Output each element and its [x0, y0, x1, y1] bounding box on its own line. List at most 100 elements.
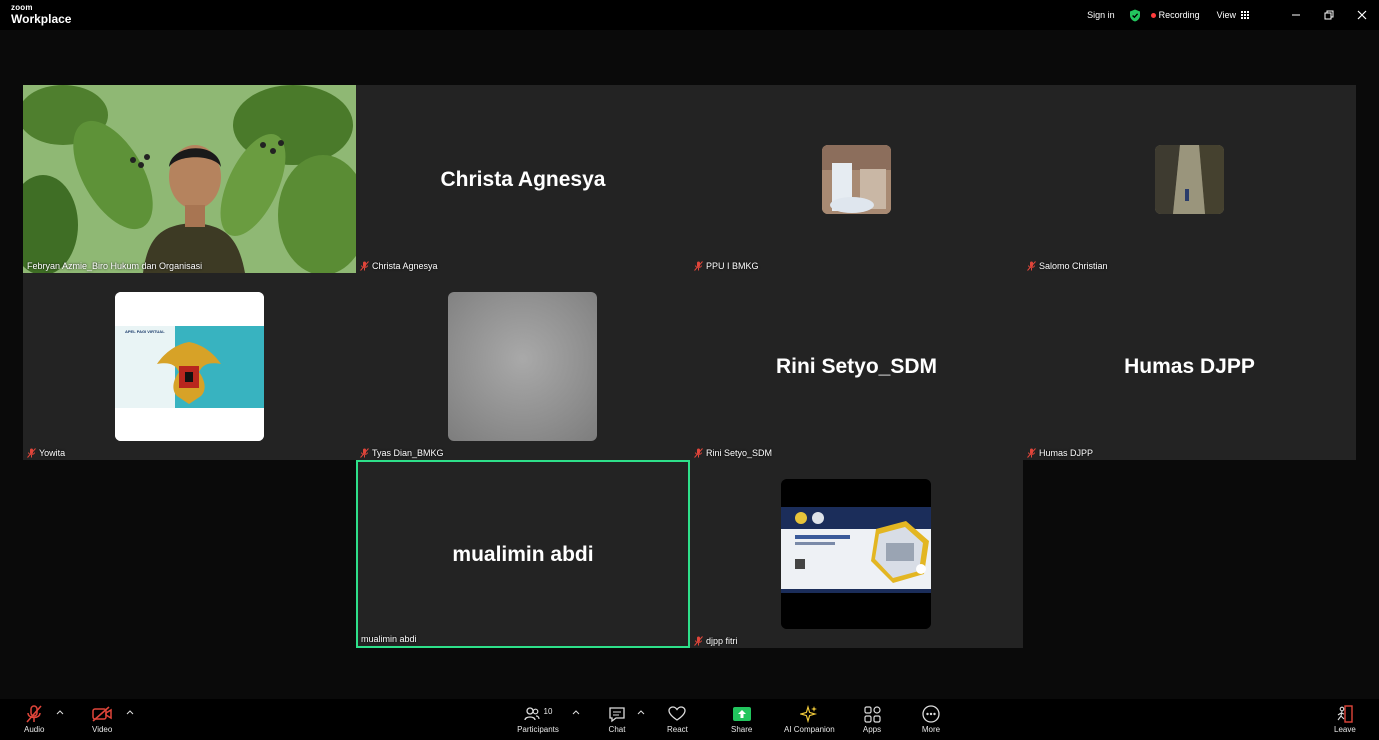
participant-tile[interactable]: APEL PAGI VIRTUAL Yowita [23, 273, 356, 460]
participant-display-name: Humas DJPP [1124, 355, 1255, 378]
participant-tile[interactable]: Christa Agnesya Christa Agnesya [356, 85, 690, 273]
participant-tile[interactable]: Tyas Dian_BMKG [356, 273, 690, 460]
mic-muted-icon [694, 261, 703, 271]
leave-label: Leave [1334, 725, 1356, 734]
participant-name: Humas DJPP [1039, 448, 1094, 458]
participant-name-label: Rini Setyo_SDM [694, 448, 772, 458]
participant-tile[interactable]: djpp fitri [690, 460, 1023, 648]
participant-tile[interactable]: Humas DJPP Humas DJPP [1023, 273, 1356, 460]
audio-options-caret-icon[interactable] [56, 709, 64, 715]
video-options-caret-icon[interactable] [126, 709, 134, 715]
participant-avatar [1155, 145, 1224, 214]
participants-label: Participants [517, 725, 559, 734]
participant-avatar: APEL PAGI VIRTUAL [115, 292, 264, 441]
avatar-image [822, 145, 891, 214]
view-button[interactable]: View [1217, 10, 1249, 20]
logo-zoom-text: zoom [11, 3, 33, 12]
mic-muted-icon [26, 705, 42, 723]
apps-label: Apps [862, 725, 882, 734]
sparkle-icon [800, 705, 818, 723]
share-button[interactable]: Share [731, 705, 752, 734]
recording-label: Recording [1158, 10, 1200, 20]
participant-name-label: Tyas Dian_BMKG [360, 448, 444, 458]
participants-button[interactable]: 10 Participants [516, 705, 560, 735]
leave-icon [1337, 705, 1353, 723]
participant-display-name: Rini Setyo_SDM [775, 355, 938, 378]
participant-avatar [448, 292, 597, 441]
participant-name: Yowita [39, 448, 66, 458]
participant-display-name: mualimin abdi [452, 543, 594, 566]
restore-button[interactable] [1312, 0, 1345, 30]
avatar-image [781, 479, 931, 629]
recording-dot-icon [1150, 12, 1156, 18]
grid-icon [1241, 11, 1249, 19]
participant-name: Rini Setyo_SDM [706, 448, 773, 458]
chat-options-caret-icon[interactable] [637, 709, 645, 715]
close-button[interactable] [1345, 0, 1378, 30]
react-label: React [667, 725, 688, 734]
mic-muted-icon [360, 448, 369, 458]
participants-count: 10 [543, 706, 553, 716]
shield-check-icon[interactable] [1129, 9, 1141, 22]
restore-icon [1324, 10, 1333, 20]
view-label: View [1216, 10, 1236, 20]
participant-tile[interactable]: PPU I BMKG [690, 85, 1023, 273]
logo-workplace-text: Workplace [11, 12, 72, 26]
participant-name-label: Yowita [27, 448, 65, 458]
sign-in-link[interactable]: Sign in [1087, 10, 1115, 20]
participant-tile-active-speaker[interactable]: mualimin abdi mualimin abdi [356, 460, 690, 648]
avatar-caption: APEL PAGI VIRTUAL [125, 329, 165, 334]
participant-name: mualimin abdi [361, 634, 417, 644]
participant-name-label: PPU I BMKG [694, 261, 759, 271]
share-screen-icon [732, 707, 751, 721]
participants-options-caret-icon[interactable] [572, 709, 580, 715]
audio-label: Audio [24, 725, 45, 734]
react-button[interactable]: React [667, 705, 688, 734]
participant-name: Christa Agnesya [372, 261, 438, 271]
participant-tile[interactable]: Salomo Christian [1023, 85, 1356, 273]
participant-display-name: Christa Agnesya [440, 168, 606, 191]
title-bar: zoom Workplace Sign in Recording View [0, 0, 1379, 30]
recording-indicator[interactable]: Recording [1150, 10, 1200, 20]
participant-video-feed [23, 85, 356, 273]
meeting-toolbar: Audio Video 10 Participants Chat React S… [0, 699, 1379, 740]
apps-button[interactable]: Apps [862, 705, 882, 734]
chat-label: Chat [608, 725, 626, 734]
close-icon [1357, 10, 1366, 20]
participant-name-label: mualimin abdi [361, 634, 417, 644]
participant-name-label: Humas DJPP [1027, 448, 1093, 458]
participant-name-label: Salomo Christian [1027, 261, 1108, 271]
minimize-button[interactable] [1279, 0, 1312, 30]
participant-name-label: djpp fitri [694, 636, 738, 646]
minimize-icon [1291, 14, 1300, 16]
mic-muted-icon [1027, 448, 1036, 458]
mic-muted-icon [694, 636, 703, 646]
mic-muted-icon [1027, 261, 1036, 271]
participant-name: Tyas Dian_BMKG [372, 448, 444, 458]
more-button[interactable]: More [921, 705, 941, 734]
video-button[interactable]: Video [92, 705, 112, 734]
chat-button[interactable]: Chat [607, 705, 627, 734]
audio-button[interactable]: Audio [24, 705, 44, 734]
avatar-image [1155, 145, 1224, 214]
video-off-icon [92, 706, 112, 722]
more-label: More [921, 725, 941, 734]
video-label: Video [92, 725, 113, 734]
apps-icon [863, 705, 881, 723]
mic-muted-icon [694, 448, 703, 458]
leave-button[interactable]: Leave [1334, 705, 1356, 734]
ai-companion-label: AI Companion [784, 725, 835, 734]
participant-name-label: Christa Agnesya [360, 261, 438, 271]
garuda-emblem-image [115, 292, 264, 441]
ai-companion-button[interactable]: AI Companion [784, 705, 835, 734]
participant-avatar [781, 479, 931, 629]
participant-tile[interactable]: Rini Setyo_SDM Rini Setyo_SDM [690, 273, 1023, 460]
participant-name: djpp fitri [706, 636, 738, 646]
participant-name-label: Febryan Azmie_Biro Hukum dan Organisasi [27, 261, 202, 271]
participant-tile-video[interactable]: Febryan Azmie_Biro Hukum dan Organisasi [23, 85, 356, 273]
participant-name: PPU I BMKG [706, 261, 759, 271]
more-options-icon [922, 705, 940, 723]
share-label: Share [731, 725, 753, 734]
mic-muted-icon [27, 448, 36, 458]
chat-icon [609, 706, 625, 722]
